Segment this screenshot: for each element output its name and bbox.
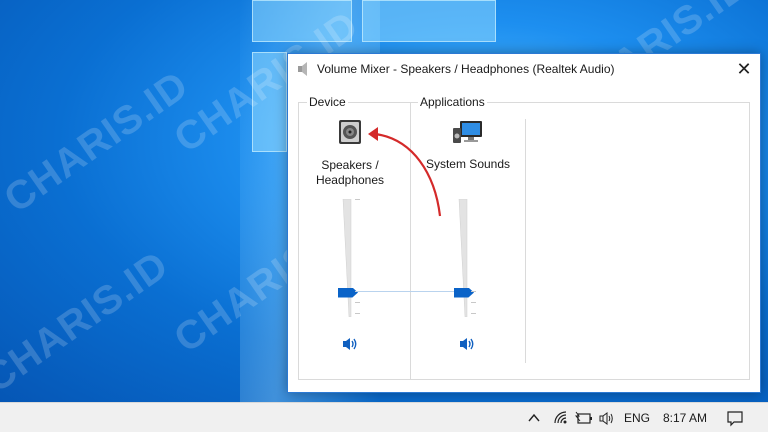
- watermark: CHARIS.ID: [0, 242, 177, 402]
- language-indicator: ENG: [624, 411, 651, 425]
- taskbar: ENG 8:17 AM: [0, 402, 768, 432]
- title-bar[interactable]: Volume Mixer - Speakers / Headphones (Re…: [288, 54, 760, 84]
- battery-charging-icon: [575, 411, 592, 424]
- volume-tray-button[interactable]: [598, 403, 614, 432]
- slider-link-line: [356, 291, 464, 292]
- system-sounds-mute-button-speaker-icon[interactable]: [458, 336, 476, 352]
- close-button[interactable]: ✕: [728, 54, 760, 84]
- tick: [355, 302, 360, 303]
- chevron-up-icon: [528, 413, 540, 422]
- battery-tray-button[interactable]: [575, 403, 593, 432]
- device-group-label: Device: [307, 95, 348, 109]
- channel-divider: [525, 119, 526, 363]
- windows-logo-pane: [252, 52, 287, 152]
- device-slider-track: [342, 198, 352, 318]
- windows-logo-pane: [362, 0, 496, 42]
- input-language-button[interactable]: ENG: [624, 403, 650, 432]
- watermark: CHARIS.ID: [0, 62, 197, 222]
- close-icon: ✕: [736, 58, 752, 79]
- tick: [471, 302, 476, 303]
- tick: [471, 313, 476, 314]
- window-title: Volume Mixer - Speakers / Headphones (Re…: [317, 62, 615, 76]
- notification-icon: [727, 411, 743, 427]
- clock-time: 8:17 AM: [663, 411, 708, 425]
- wifi-tray-button[interactable]: [553, 403, 569, 432]
- device-mute-button-speaker-icon[interactable]: [341, 336, 359, 352]
- show-hidden-icons-button[interactable]: [527, 403, 541, 432]
- wifi-icon: [554, 411, 567, 424]
- annotation-arrow: [368, 127, 442, 217]
- clock-button[interactable]: 8:17 AM: [663, 403, 707, 432]
- tick: [355, 313, 360, 314]
- tick: [471, 291, 476, 292]
- volume-icon: [599, 412, 613, 425]
- applications-group-label: Applications: [418, 95, 487, 109]
- volume-mixer-window: Volume Mixer - Speakers / Headphones (Re…: [287, 53, 761, 393]
- action-center-button[interactable]: [726, 403, 744, 432]
- tick: [355, 199, 360, 200]
- speaker-icon: [298, 62, 307, 76]
- windows-logo-pane: [252, 0, 352, 42]
- speaker-device-icon[interactable]: [336, 118, 364, 146]
- device-volume-slider[interactable]: [341, 198, 353, 318]
